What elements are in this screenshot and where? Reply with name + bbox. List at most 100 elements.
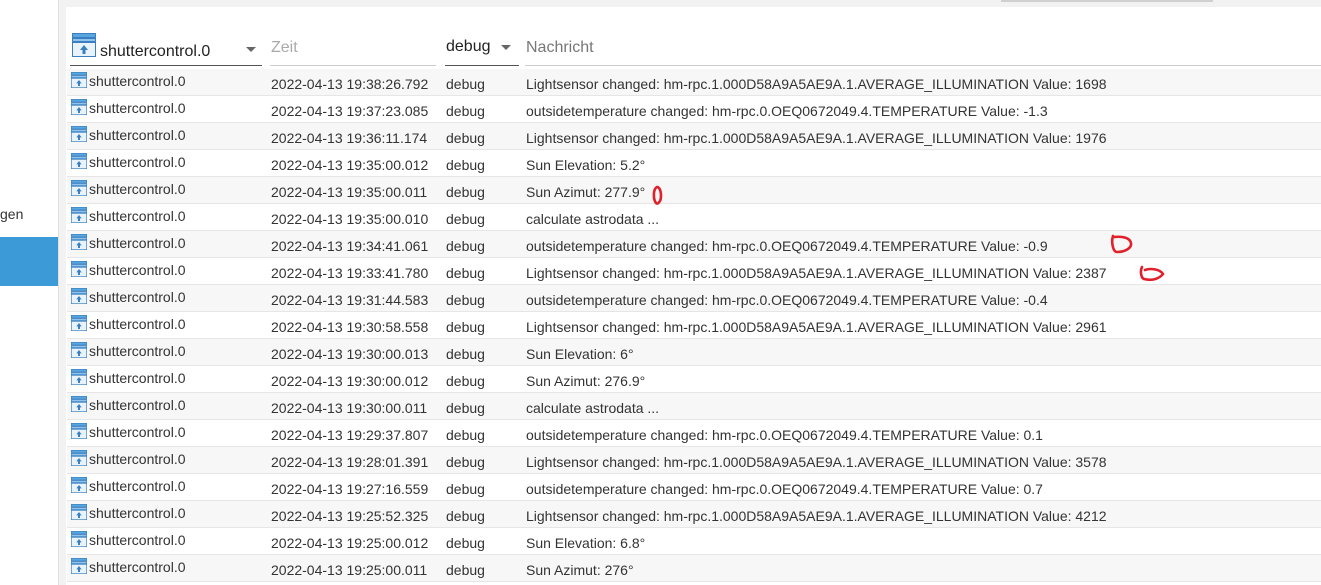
log-time: 2022-04-13 19:35:00.012 [271, 157, 429, 173]
log-level: debug [446, 319, 485, 335]
log-time: 2022-04-13 19:25:52.325 [271, 508, 429, 524]
log-source: shuttercontrol.0 [89, 532, 186, 548]
log-level: debug [446, 184, 485, 200]
log-level: debug [446, 481, 485, 497]
log-source: shuttercontrol.0 [89, 262, 186, 278]
log-source: shuttercontrol.0 [89, 370, 186, 386]
log-row[interactable]: shuttercontrol.0 2022-04-13 19:33:41.780… [67, 258, 1321, 285]
log-row[interactable]: shuttercontrol.0 2022-04-13 19:27:16.559… [67, 474, 1321, 501]
shuttercontrol-icon [71, 99, 87, 118]
log-time: 2022-04-13 19:38:26.792 [271, 76, 429, 92]
log-row[interactable]: shuttercontrol.0 2022-04-13 19:29:37.807… [67, 420, 1321, 447]
log-message: Lightsensor changed: hm-rpc.1.000D58A9A5… [526, 454, 1107, 470]
shuttercontrol-icon [72, 33, 96, 62]
log-message: Sun Azimut: 276° [526, 562, 634, 578]
log-time: 2022-04-13 19:34:41.061 [271, 238, 429, 254]
log-row[interactable]: shuttercontrol.0 2022-04-13 19:28:01.391… [67, 447, 1321, 474]
log-message: Sun Elevation: 5.2° [526, 157, 646, 173]
log-source: shuttercontrol.0 [89, 451, 186, 467]
log-level: debug [446, 400, 485, 416]
log-source: shuttercontrol.0 [89, 559, 186, 575]
log-row[interactable]: shuttercontrol.0 2022-04-13 19:38:26.792… [67, 69, 1321, 96]
log-row[interactable]: shuttercontrol.0 2022-04-13 19:25:00.012… [67, 528, 1321, 555]
annotation-mark [1110, 234, 1133, 254]
log-source: shuttercontrol.0 [89, 316, 186, 332]
log-table: shuttercontrol.0 2022-04-13 19:38:26.792… [67, 69, 1321, 582]
log-row[interactable]: shuttercontrol.0 2022-04-13 19:30:00.012… [67, 366, 1321, 393]
log-level: debug [446, 535, 485, 551]
source-filter-value: shuttercontrol.0 [100, 43, 211, 60]
log-message: calculate astrodata ... [526, 211, 660, 227]
sidebar: gen [0, 0, 59, 585]
log-time: 2022-04-13 19:25:00.011 [271, 562, 428, 578]
shuttercontrol-icon [71, 261, 87, 280]
log-time: 2022-04-13 19:31:44.583 [271, 292, 429, 308]
log-message: outsidetemperature changed: hm-rpc.0.OEQ… [526, 427, 1043, 443]
log-level: debug [446, 238, 485, 254]
log-time: 2022-04-13 19:33:41.780 [271, 265, 429, 281]
log-source: shuttercontrol.0 [89, 235, 186, 251]
log-source: shuttercontrol.0 [89, 505, 186, 521]
log-time: 2022-04-13 19:36:11.174 [271, 130, 428, 146]
top-toolbar [66, 0, 1321, 7]
log-row[interactable]: shuttercontrol.0 2022-04-13 19:31:44.583… [67, 285, 1321, 312]
shuttercontrol-icon [71, 288, 87, 307]
log-level: debug [446, 427, 485, 443]
level-filter-select[interactable]: debug [445, 31, 519, 66]
log-level: debug [446, 562, 485, 578]
log-level: debug [446, 130, 485, 146]
log-message: calculate astrodata ... [526, 400, 660, 416]
log-panel: shuttercontrol.0 Zeit debug Nachricht sh… [67, 7, 1321, 585]
time-filter-input[interactable]: Zeit [270, 31, 436, 66]
log-time: 2022-04-13 19:35:00.011 [271, 184, 428, 200]
log-row[interactable]: shuttercontrol.0 2022-04-13 19:25:52.325… [67, 501, 1321, 528]
log-row[interactable]: shuttercontrol.0 2022-04-13 19:37:23.085… [67, 96, 1321, 123]
log-row[interactable]: shuttercontrol.0 2022-04-13 19:36:11.174… [67, 123, 1321, 150]
sidebar-item-active[interactable] [0, 237, 58, 286]
shuttercontrol-icon [71, 477, 87, 496]
log-level: debug [446, 211, 485, 227]
log-time: 2022-04-13 19:28:01.391 [271, 454, 429, 470]
log-level: debug [446, 373, 485, 389]
log-row[interactable]: shuttercontrol.0 2022-04-13 19:30:00.013… [67, 339, 1321, 366]
log-message: Lightsensor changed: hm-rpc.1.000D58A9A5… [526, 130, 1107, 146]
log-time: 2022-04-13 19:27:16.559 [271, 481, 429, 497]
message-filter-placeholder: Nachricht [526, 39, 594, 56]
log-source: shuttercontrol.0 [89, 208, 186, 224]
annotation-mark [652, 185, 663, 205]
log-message: outsidetemperature changed: hm-rpc.0.OEQ… [526, 481, 1043, 497]
log-source: shuttercontrol.0 [89, 343, 186, 359]
source-filter-select[interactable]: shuttercontrol.0 [70, 31, 262, 66]
shuttercontrol-icon [71, 423, 87, 442]
log-message: outsidetemperature changed: hm-rpc.0.OEQ… [526, 103, 1048, 119]
log-level: debug [446, 454, 485, 470]
log-row[interactable]: shuttercontrol.0 2022-04-13 19:35:00.010… [67, 204, 1321, 231]
time-filter-placeholder: Zeit [271, 39, 298, 56]
chevron-down-icon[interactable] [246, 47, 256, 52]
shuttercontrol-icon [71, 504, 87, 523]
shuttercontrol-icon [71, 153, 87, 172]
log-row[interactable]: shuttercontrol.0 2022-04-13 19:35:00.012… [67, 150, 1321, 177]
log-row[interactable]: shuttercontrol.0 2022-04-13 19:25:00.011… [67, 555, 1321, 582]
log-source: shuttercontrol.0 [89, 181, 186, 197]
annotation-mark [1139, 265, 1165, 282]
shuttercontrol-icon [71, 342, 87, 361]
log-message: Sun Elevation: 6° [526, 346, 634, 362]
shuttercontrol-icon [71, 234, 87, 253]
log-source: shuttercontrol.0 [89, 100, 186, 116]
log-row[interactable]: shuttercontrol.0 2022-04-13 19:30:58.558… [67, 312, 1321, 339]
log-level: debug [446, 508, 485, 524]
log-time: 2022-04-13 19:30:00.012 [271, 373, 429, 389]
log-message: Lightsensor changed: hm-rpc.1.000D58A9A5… [526, 319, 1107, 335]
log-row[interactable]: shuttercontrol.0 2022-04-13 19:35:00.011… [67, 177, 1321, 204]
log-message: outsidetemperature changed: hm-rpc.0.OEQ… [526, 238, 1048, 254]
log-level: debug [446, 346, 485, 362]
message-filter-input[interactable]: Nachricht [525, 31, 1321, 66]
log-row[interactable]: shuttercontrol.0 2022-04-13 19:30:00.011… [67, 393, 1321, 420]
chevron-down-icon[interactable] [501, 45, 511, 50]
log-level: debug [446, 103, 485, 119]
log-time: 2022-04-13 19:25:00.012 [271, 535, 429, 551]
log-source: shuttercontrol.0 [89, 478, 186, 494]
sidebar-item-label[interactable]: gen [0, 206, 23, 222]
toolbar-tab[interactable] [1001, 0, 1213, 2]
